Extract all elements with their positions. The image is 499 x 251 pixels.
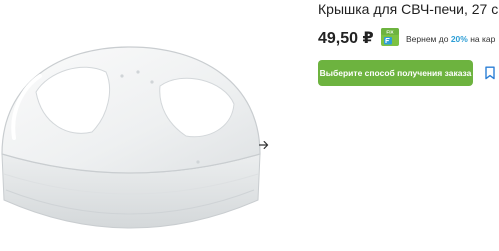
product-page: Крышка для СВЧ-печи, 27 см 49,50 ₽ FIX В…	[0, 0, 499, 251]
fix-logo-label: FIX	[386, 30, 394, 35]
product-title: Крышка для СВЧ-печи, 27 см	[318, 1, 499, 17]
cashback-percent: 20%	[450, 34, 468, 44]
bookmark-icon[interactable]	[484, 66, 496, 80]
cashback-prefix: Вернем до	[406, 34, 451, 44]
cashback-text: Вернем до 20% на кар	[406, 34, 495, 44]
product-image	[1, 46, 261, 229]
product-price: 49,50 ₽	[318, 30, 374, 47]
cashback-suffix: на кар	[467, 34, 496, 44]
fix-price-logo-icon: FIX	[381, 28, 399, 46]
arrow-right-icon	[259, 141, 269, 149]
product-gallery	[0, 0, 300, 251]
next-image-button[interactable]	[253, 134, 275, 156]
product-info: Крышка для СВЧ-печи, 27 см 49,50 ₽ FIX В…	[318, 0, 499, 251]
choose-delivery-button[interactable]: Выберите способ получения заказа	[318, 60, 473, 86]
